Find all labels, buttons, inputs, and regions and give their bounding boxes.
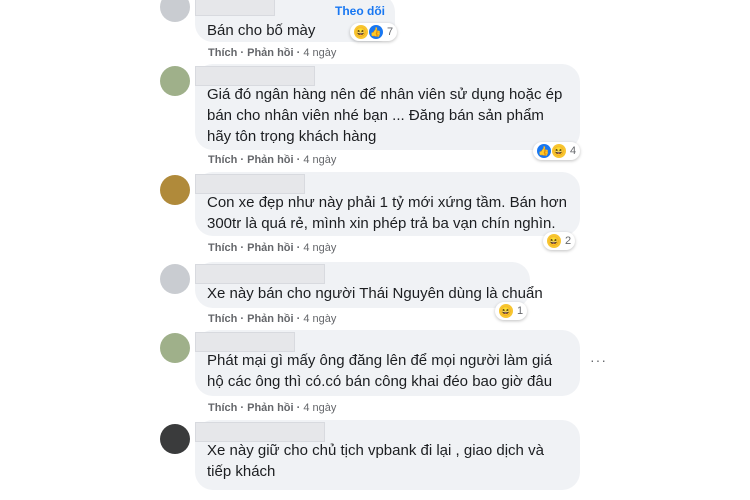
commenter-name-redacted[interactable] [195,332,295,352]
reaction-count: 7 [387,26,394,38]
comment-actions: Thích · Phản hồi · 4 ngày [208,47,337,59]
comment-bubble: Giá đó ngân hàng nên để nhân viên sử dụn… [195,64,580,150]
commenter-avatar[interactable] [160,66,190,96]
reaction-summary[interactable]: 😆 2 [543,232,576,250]
comment-bubble: Xe này giữ cho chủ tịch vpbank đi lại , … [195,420,580,490]
haha-reaction-icon: 😆 [552,144,566,158]
comment-panel: Theo dõi Bán cho bố mày 😆 👍 7 Thích · Ph… [150,0,610,500]
haha-reaction-icon: 😆 [354,25,368,39]
haha-reaction-icon: 😆 [547,234,561,248]
like-link[interactable]: Thích [208,242,237,254]
commenter-name-redacted[interactable] [195,174,305,194]
comment-timestamp[interactable]: 4 ngày [303,402,336,414]
more-dots-icon[interactable]: ··· [590,352,607,368]
commenter-name-redacted[interactable] [195,422,325,442]
reaction-count: 4 [570,145,577,157]
comment-bubble: Phát mại gì mấy ông đăng lên để mọi ngườ… [195,330,580,396]
reaction-count: 2 [565,235,572,247]
comment-text: Phát mại gì mấy ông đăng lên để mọi ngườ… [207,352,553,390]
commenter-avatar[interactable] [160,424,190,454]
reply-link[interactable]: Phản hồi [247,242,293,254]
comment-text: Giá đó ngân hàng nên để nhân viên sử dụn… [207,86,563,145]
haha-reaction-icon: 😆 [499,304,513,318]
reaction-summary[interactable]: 😆 1 [495,302,528,320]
comment-timestamp[interactable]: 4 ngày [303,242,336,254]
comment-actions: Thích · Phản hồi · 4 ngày [208,402,337,414]
like-reaction-icon: 👍 [369,25,383,39]
reaction-count: 1 [517,305,524,317]
commenter-avatar[interactable] [160,333,190,363]
comment-text: Xe này giữ cho chủ tịch vpbank đi lại , … [207,442,544,480]
reaction-summary[interactable]: 😆 👍 7 [350,23,398,41]
reply-link[interactable]: Phản hồi [247,402,293,414]
commenter-avatar[interactable] [160,264,190,294]
reply-link[interactable]: Phản hồi [247,313,293,325]
reply-link[interactable]: Phản hồi [247,47,293,59]
like-link[interactable]: Thích [208,402,237,414]
reaction-summary[interactable]: 👍 😆 4 [533,142,581,160]
commenter-name-redacted[interactable] [195,0,275,16]
comment-actions: Thích · Phản hồi · 4 ngày [208,154,337,166]
like-link[interactable]: Thích [208,154,237,166]
comment-text: Xe này bán cho người Thái Nguyên dùng là… [207,285,543,302]
comment-actions: Thích · Phản hồi · 4 ngày [208,242,337,254]
comment-text: Con xe đẹp như này phải 1 tỷ mới xứng tầ… [207,194,567,232]
commenter-avatar[interactable] [160,175,190,205]
follow-link[interactable]: Theo dõi [335,4,385,18]
like-link[interactable]: Thích [208,47,237,59]
comment-timestamp[interactable]: 4 ngày [303,47,336,59]
commenter-avatar[interactable] [160,0,190,22]
comment-timestamp[interactable]: 4 ngày [303,154,336,166]
comment-bubble: Con xe đẹp như này phải 1 tỷ mới xứng tầ… [195,172,580,236]
comment-bubble: Xe này bán cho người Thái Nguyên dùng là… [195,262,543,308]
comment-timestamp[interactable]: 4 ngày [303,313,336,325]
commenter-name-redacted[interactable] [195,264,325,284]
comment-actions: Thích · Phản hồi · 4 ngày [208,313,337,325]
commenter-name-redacted[interactable] [195,66,315,86]
reply-link[interactable]: Phản hồi [247,154,293,166]
like-reaction-icon: 👍 [537,144,551,158]
like-link[interactable]: Thích [208,313,237,325]
